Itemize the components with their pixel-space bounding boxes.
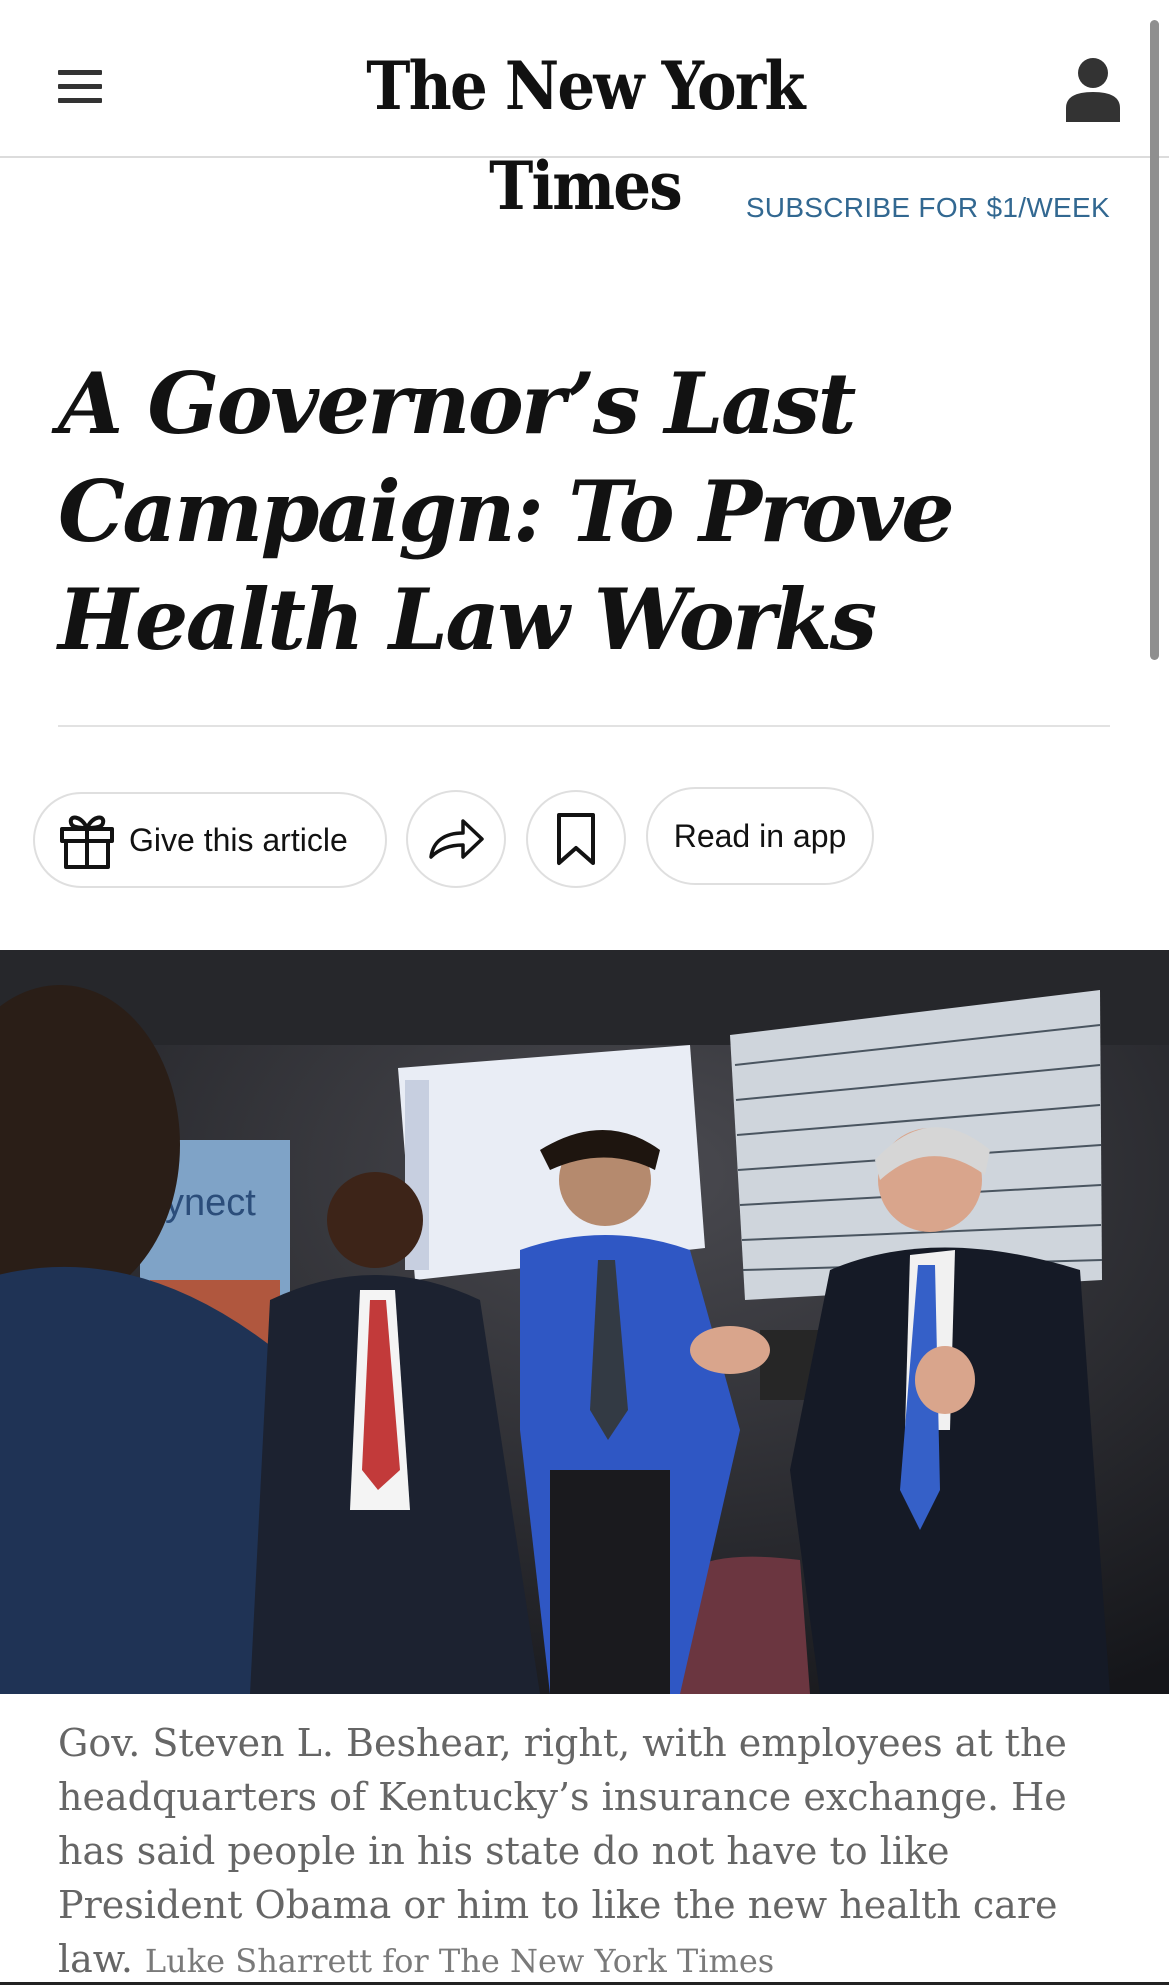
gift-icon (60, 815, 114, 869)
user-account-icon[interactable] (1064, 56, 1122, 122)
read-in-app-label: Read in app (673, 817, 847, 854)
article-photo: ynect (0, 950, 1169, 1694)
scrollbar[interactable] (1150, 20, 1159, 660)
nyt-masthead-logo[interactable]: The New York Times (284, 36, 887, 225)
article-page: The New York Times SUBSCRIBE FOR $1/WEEK… (0, 0, 1169, 1985)
hamburger-menu-icon[interactable] (58, 70, 104, 106)
bookmark-icon (557, 813, 595, 865)
share-arrow-icon (429, 819, 484, 859)
top-navigation-bar: The New York Times (0, 0, 1169, 225)
give-article-label: Give this article (129, 821, 348, 858)
bookmark-button[interactable] (526, 790, 626, 888)
article-headline: A Governor’s Last Campaign: To Prove Hea… (58, 354, 955, 669)
photo-caption: Gov. Steven L. Beshear, right, with empl… (58, 1716, 1128, 1985)
share-button[interactable] (406, 790, 506, 888)
subscribe-link[interactable]: SUBSCRIBE FOR $1/WEEK (746, 192, 1110, 224)
banner-text: ynect (165, 1182, 256, 1224)
read-in-app-button[interactable]: Read in app (646, 787, 874, 885)
photo-credit: Luke Sharrett for The New York Times (144, 1942, 775, 1980)
headline-divider (58, 725, 1110, 727)
give-article-button[interactable]: Give this article (33, 792, 387, 888)
